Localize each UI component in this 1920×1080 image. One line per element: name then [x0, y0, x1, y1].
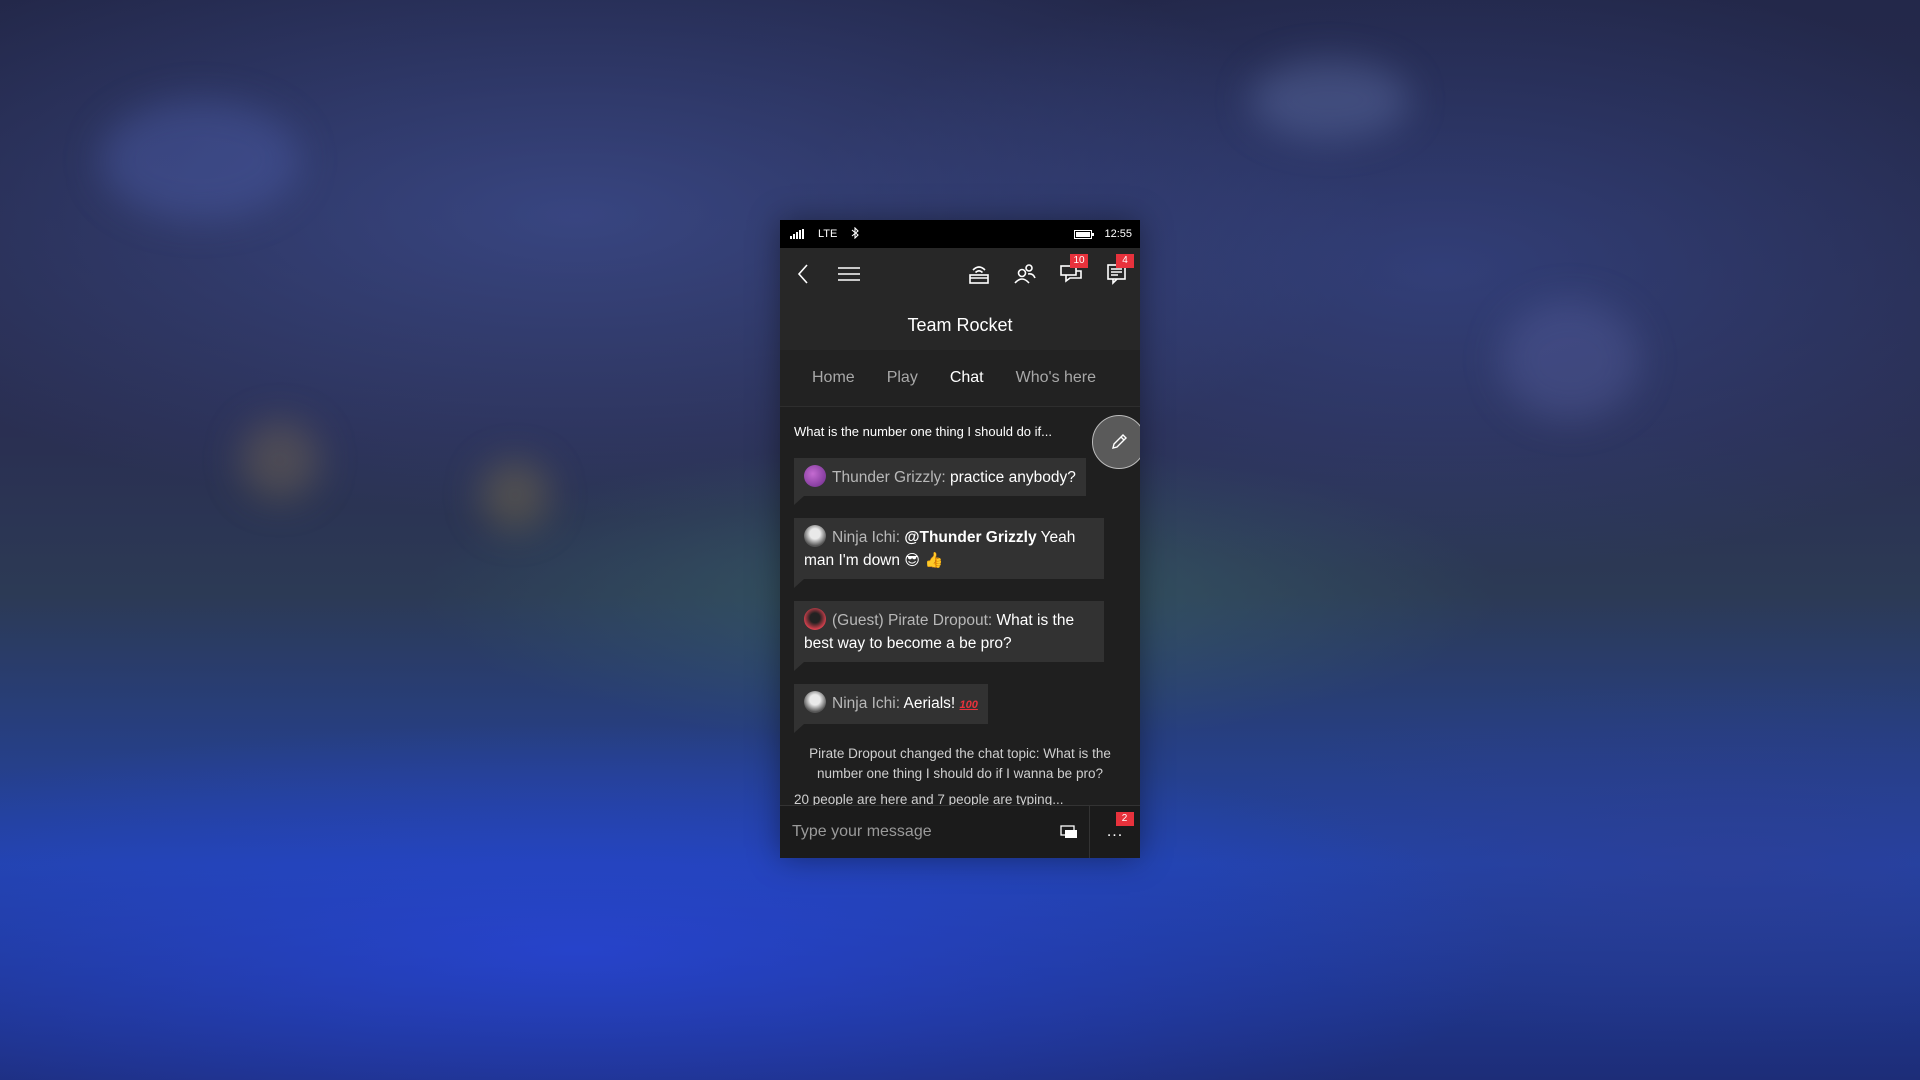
edit-topic-button[interactable] [1092, 415, 1140, 469]
background-blur [100, 100, 300, 220]
messages-badge: 10 [1070, 254, 1088, 268]
status-bar: LTE 12:55 [780, 220, 1140, 248]
avatar [804, 608, 826, 630]
message-composer: Type your message ... 2 [780, 805, 1140, 858]
people-icon [1014, 264, 1036, 284]
message-bubble: (Guest) Pirate Dropout: What is the best… [794, 601, 1104, 671]
more-badge: 2 [1116, 812, 1134, 826]
pencil-icon [1112, 434, 1127, 449]
messages-button[interactable]: 10 [1048, 248, 1094, 300]
app-bar: 10 4 [780, 248, 1140, 300]
back-button[interactable] [780, 248, 826, 300]
message-input[interactable]: Type your message [780, 823, 1049, 841]
tab-bar: Home Play Chat Who's here [780, 350, 1140, 407]
message-bubble: Ninja Ichi: Aerials! 100 [794, 684, 988, 733]
hundred-emoji: 100 [959, 699, 978, 711]
message-author: Thunder Grizzly: [832, 469, 946, 486]
tab-whos-here[interactable]: Who's here [1016, 369, 1096, 387]
avatar [804, 525, 826, 547]
menu-button[interactable] [826, 248, 872, 300]
notifications-button[interactable]: 4 [1094, 248, 1140, 300]
friends-button[interactable] [1002, 248, 1048, 300]
system-message: Pirate Dropout changed the chat topic: W… [809, 746, 1111, 781]
broadcast-button[interactable] [956, 248, 1002, 300]
tab-home[interactable]: Home [812, 369, 855, 387]
page-title: Team Rocket [780, 300, 1140, 350]
chat-message[interactable]: Ninja Ichi: Aerials! 100 [794, 684, 1126, 733]
background-blur [480, 460, 550, 530]
keyboard-icon [1060, 825, 1077, 838]
tab-chat[interactable]: Chat [950, 369, 984, 387]
message-text: Aerials! [903, 695, 956, 712]
chat-panel: What is the number one thing I should do… [780, 407, 1140, 807]
background-blur [1500, 300, 1640, 420]
notifications-badge: 4 [1116, 254, 1134, 268]
message-bubble: Thunder Grizzly: practice anybody? [794, 458, 1086, 505]
message-author: Ninja Ichi: [832, 695, 901, 712]
emoji: 😎 👍 [904, 551, 944, 569]
chat-topic[interactable]: What is the number one thing I should do… [794, 407, 1126, 458]
tab-play[interactable]: Play [887, 369, 918, 387]
more-button[interactable]: ... 2 [1090, 806, 1140, 858]
message-author: Ninja Ichi: [832, 529, 901, 546]
user-mention[interactable]: @Thunder Grizzly [904, 529, 1036, 546]
hamburger-icon [838, 267, 860, 281]
emoji-keyboard-button[interactable] [1049, 806, 1090, 858]
message-bubble: Ninja Ichi: @Thunder Grizzly Yeah man I'… [794, 518, 1104, 588]
signal-strength-icon [790, 229, 804, 239]
chat-message[interactable]: Thunder Grizzly: practice anybody? [794, 458, 1126, 505]
message-author: (Guest) Pirate Dropout: [832, 612, 993, 629]
clock: 12:55 [1104, 228, 1132, 240]
broadcast-icon [969, 266, 989, 284]
back-arrow-icon [797, 264, 808, 284]
chat-message[interactable]: Ninja Ichi: @Thunder Grizzly Yeah man I'… [794, 518, 1126, 588]
network-type: LTE [818, 228, 838, 240]
avatar [804, 691, 826, 713]
battery-icon [1074, 229, 1095, 239]
background-blur [240, 420, 320, 500]
message-text: practice anybody? [950, 469, 1076, 486]
background-blur [1250, 60, 1410, 140]
chat-message[interactable]: (Guest) Pirate Dropout: What is the best… [794, 601, 1126, 671]
bluetooth-icon [851, 226, 860, 242]
avatar [804, 465, 826, 487]
phone-window: LTE 12:55 10 4 Team Rocket Home Play Cha… [780, 220, 1140, 858]
